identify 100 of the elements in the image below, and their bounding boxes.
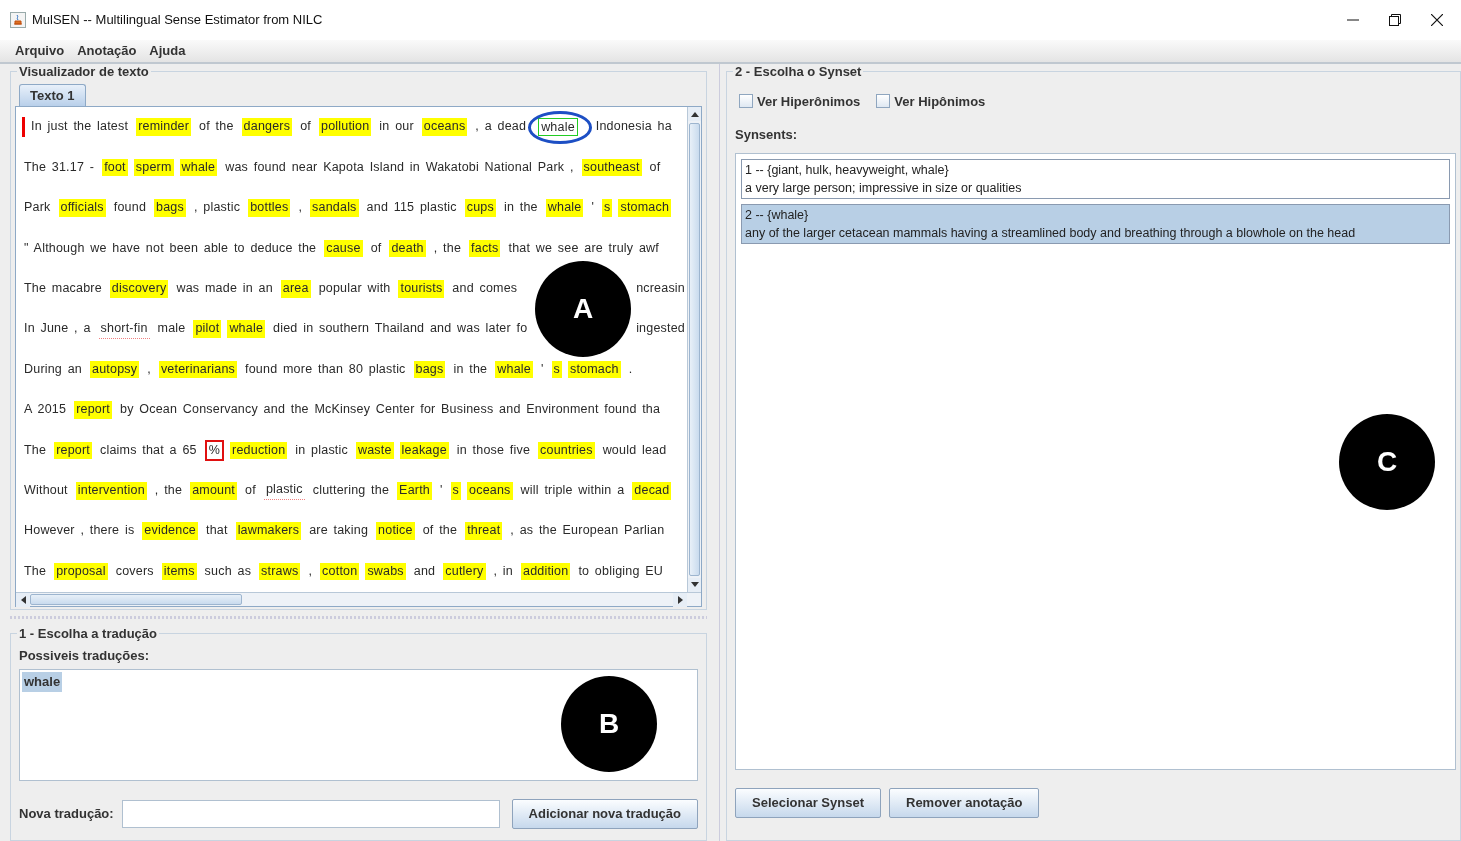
highlighted-word[interactable]: discovery [109,280,169,298]
selected-word[interactable]: whale [538,117,578,136]
scrollbar-thumb[interactable] [689,123,700,576]
close-icon[interactable] [1431,14,1443,26]
input-field[interactable] [121,800,500,829]
scroll-up-icon[interactable] [690,111,699,117]
highlighted-word[interactable]: countries [538,441,595,460]
text-run: of the [198,118,235,136]
text-run: in those five [455,441,532,459]
highlighted-word[interactable]: stomach [618,199,672,217]
highlighted-word[interactable]: amount [190,482,238,500]
underlined-word[interactable]: short-fin [98,319,150,339]
highlighted-word[interactable]: foot [102,158,128,177]
tab[interactable]: Texto 1 [19,83,86,107]
highlighted-word[interactable]: s [602,199,613,217]
highlighted-word[interactable]: sperm [133,158,174,177]
highlighted-word[interactable]: straws [259,562,301,581]
vertical-scrollbar[interactable] [687,107,701,592]
menu-item[interactable]: Anotação [77,41,137,61]
highlighted-word[interactable]: proposal [54,562,108,581]
group-title: 1 - Escolha a tradução [18,626,158,642]
highlighted-word[interactable]: s [450,482,462,500]
checkbox[interactable] [876,94,891,109]
text-run: cluttering the [311,482,391,499]
highlighted-word[interactable]: notice [376,522,415,540]
highlighted-word[interactable]: facts [469,239,501,258]
highlighted-word[interactable]: veterinarians [158,360,238,379]
highlighted-word[interactable]: threat [465,522,503,540]
highlighted-word[interactable]: intervention [75,482,147,500]
text-run: to obliging EU [577,562,664,580]
highlighted-word[interactable]: addition [521,562,571,581]
scroll-left-icon[interactable] [20,595,26,604]
checkbox[interactable] [739,94,753,109]
text-run: and [412,562,437,580]
restore-icon[interactable] [1389,14,1401,26]
text-run: In just the latest [30,118,130,136]
scroll-right-icon[interactable] [677,595,683,604]
synset-item[interactable]: 2 -- {whale} any of the larger cetacean mammals having a streamlined body and breathing through a blowhole on the head [741,203,1450,245]
list-item[interactable]: whale [22,672,63,692]
highlighted-word[interactable]: bottles [248,199,291,217]
checkbox-label[interactable]: Ver Hiperônimos [757,91,861,112]
text-run: The 31.17 - [23,158,96,176]
highlighted-word[interactable]: tourists [398,280,445,298]
highlighted-word[interactable]: pilot [193,320,222,339]
menu-item[interactable]: Ajuda [149,41,186,61]
text-run: died in southern Thailand and was later fo [272,320,529,338]
highlighted-word[interactable]: sandals [310,199,359,217]
highlighted-word[interactable]: whale [495,360,533,379]
scrollbar-thumb[interactable] [30,593,242,605]
highlighted-word[interactable]: whale [179,158,218,177]
text-run: of [299,118,312,136]
highlighted-word[interactable]: officials [58,199,106,217]
highlighted-word[interactable]: reduction [230,441,288,460]
highlighted-word[interactable]: bags [413,360,446,379]
highlighted-word[interactable]: items [161,562,197,581]
highlighted-word[interactable]: cotton [320,562,360,581]
checkbox-label[interactable]: Ver Hipônimos [894,91,986,112]
text-run: , the [153,482,184,499]
highlighted-word[interactable]: cutlery [443,562,486,581]
highlighted-word[interactable]: reminder [136,118,192,137]
highlighted-word[interactable]: evidence [142,522,198,540]
highlighted-word[interactable]: report [74,401,112,419]
horizontal-scrollbar[interactable] [16,591,701,606]
text-run: in the [502,199,539,217]
text-run: of [369,239,383,257]
highlighted-word[interactable]: s [551,360,562,379]
highlighted-word[interactable]: lawmakers [235,522,302,540]
highlighted-word[interactable]: oceans [467,482,513,500]
highlighted-word[interactable]: death [389,239,426,258]
highlighted-word[interactable]: swabs [365,562,406,581]
highlighted-word[interactable]: whale [227,320,266,339]
action-button[interactable]: Remover anotação [889,787,1040,818]
text-run: and comes [451,280,519,298]
highlighted-word[interactable]: autopsy [90,360,140,379]
highlighted-word[interactable]: whale [545,199,584,217]
callout-marker: C [1339,413,1435,510]
highlighted-word[interactable]: southeast [581,158,642,177]
highlighted-word[interactable]: oceans [421,118,468,137]
highlighted-word[interactable]: dangers [241,118,293,137]
highlighted-word[interactable]: decad [632,482,672,500]
menu-item[interactable]: Arquivo [15,41,65,61]
text-run: ' [590,199,595,217]
highlighted-word[interactable]: cups [464,199,496,217]
highlighted-word[interactable]: cause [324,239,363,258]
highlighted-word[interactable]: stomach [567,360,621,379]
scroll-down-icon[interactable] [690,582,699,588]
action-button[interactable]: Selecionar Synset [735,787,881,818]
add-button[interactable]: Adicionar nova tradução [511,799,698,830]
highlighted-word[interactable]: report [54,441,92,460]
highlighted-word[interactable]: leakage [399,441,449,460]
underlined-word[interactable]: plastic [263,481,305,501]
highlighted-word[interactable]: pollution [319,118,372,137]
highlighted-word[interactable]: Earth [397,482,432,500]
text-run: ingested [635,320,686,338]
highlighted-word[interactable]: bags [154,199,186,217]
highlighted-word[interactable]: waste [355,441,394,460]
text-run: of [244,482,257,499]
highlighted-word[interactable]: area [280,280,311,298]
synset-item[interactable]: 1 -- {giant, hulk, heavyweight, whale} a very large person; impressive in size or qualities [741,158,1450,199]
flagged-token[interactable]: % [204,439,225,462]
